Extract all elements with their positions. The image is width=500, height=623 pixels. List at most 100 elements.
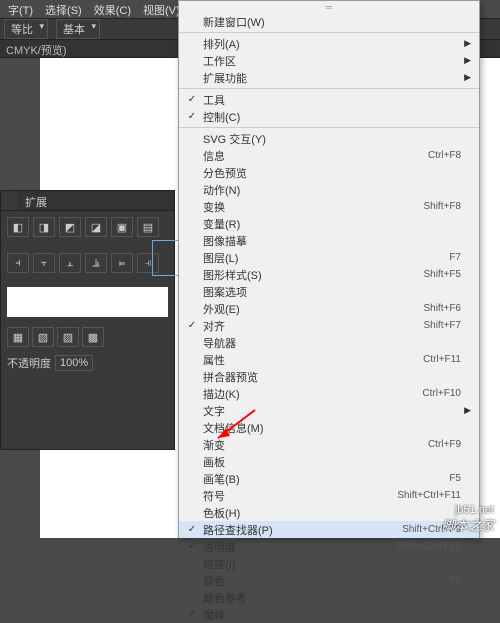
menu-item-label: 新建窗口(W) — [201, 14, 461, 30]
menu-item[interactable]: ✓透明度Shift+Ctrl+F10 — [179, 538, 479, 555]
panel-body: ◧ ◨ ◩ ◪ ▣ ▤ ⫞ ⫟ ⫠ ⫡ ⫢ ⫣ ▦ ▧ ▨ ▩ 不透明度 100… — [1, 211, 174, 377]
swatch-strip — [7, 287, 168, 317]
menu-item-label: 属性 — [201, 352, 423, 368]
check-icon: ✓ — [183, 320, 201, 331]
menu-item-label: 透明度 — [201, 539, 397, 555]
panel-tab-expand[interactable]: 扩展 — [17, 191, 55, 210]
menu-list: 新建窗口(W)排列(A)▶工作区▶扩展功能▶✓工具✓控制(C)SVG 交互(Y)… — [179, 13, 479, 623]
menu-shortcut: Ctrl+F9 — [428, 439, 461, 450]
small-icon[interactable]: ▧ — [32, 327, 54, 347]
menu-item-label: 信息 — [201, 148, 428, 164]
menu-item[interactable]: 文档信息(M) — [179, 419, 479, 436]
menu-item[interactable]: SVG 交互(Y) — [179, 130, 479, 147]
menu-item-label: 工具 — [201, 92, 461, 108]
menu-shortcut: Shift+F7 — [423, 320, 461, 331]
menu-item-label: 工作区 — [201, 53, 461, 69]
menu-item-label: 对齐 — [201, 318, 423, 334]
pathfinder-icon[interactable]: ◩ — [59, 217, 81, 237]
menu-item[interactable]: 颜色参考 — [179, 589, 479, 606]
align-icon[interactable]: ⫟ — [33, 253, 55, 273]
menu-item[interactable]: ✓对齐Shift+F7 — [179, 317, 479, 334]
menu-item[interactable]: 排列(A)▶ — [179, 35, 479, 52]
check-icon: ✓ — [183, 541, 201, 552]
menu-item-label: 外观(E) — [201, 301, 423, 317]
menu-item-label: 图像描摹 — [201, 233, 461, 249]
align-icon[interactable]: ⫞ — [7, 253, 29, 273]
menu-shortcut: Shift+Ctrl+F11 — [397, 490, 461, 501]
pathfinder-icon[interactable]: ▤ — [137, 217, 159, 237]
menu-item[interactable]: 动作(N) — [179, 181, 479, 198]
menu-item-label: 图形样式(S) — [201, 267, 423, 283]
menu-shortcut: F5 — [449, 473, 461, 484]
menu-item-label: 变量(R) — [201, 216, 461, 232]
small-icon[interactable]: ▦ — [7, 327, 29, 347]
panel-tab-1[interactable] — [1, 191, 17, 210]
menu-shortcut: Shift+F8 — [423, 201, 461, 212]
menu-item[interactable]: 描边(K)Ctrl+F10 — [179, 385, 479, 402]
menu-item[interactable]: 导航器 — [179, 334, 479, 351]
menu-item[interactable]: ✓魔棒 — [179, 606, 479, 623]
menu-item[interactable]: 扩展功能▶ — [179, 69, 479, 86]
menu-item[interactable]: 渐变Ctrl+F9 — [179, 436, 479, 453]
menu-text[interactable]: 字(T) — [2, 0, 39, 18]
panel-tabs: 扩展 — [1, 191, 174, 211]
pathfinder-icon[interactable]: ◧ — [7, 217, 29, 237]
menu-item-label: 变换 — [201, 199, 423, 215]
menu-effect[interactable]: 效果(C) — [88, 0, 137, 18]
menu-item[interactable]: 颜色F6 — [179, 572, 479, 589]
menu-item-label: 路径查找器(P) — [201, 522, 402, 538]
menu-item[interactable]: 色板(H) — [179, 504, 479, 521]
check-icon: ✓ — [183, 111, 201, 122]
menu-separator — [179, 88, 479, 89]
menu-shortcut: Ctrl+F11 — [423, 354, 461, 365]
menu-shortcut: Shift+F5 — [423, 269, 461, 280]
menu-item[interactable]: 工作区▶ — [179, 52, 479, 69]
menu-grip-icon: ═ — [179, 1, 479, 13]
style-dropdown[interactable]: 基本 — [56, 19, 100, 39]
menu-item[interactable]: 信息Ctrl+F8 — [179, 147, 479, 164]
menu-item[interactable]: 文字▶ — [179, 402, 479, 419]
menu-item[interactable]: 图案选项 — [179, 283, 479, 300]
align-icon[interactable]: ⫠ — [59, 253, 81, 273]
pathfinder-icon[interactable]: ◪ — [85, 217, 107, 237]
menu-item[interactable]: 图像描摹 — [179, 232, 479, 249]
submenu-arrow-icon: ▶ — [461, 55, 471, 66]
menu-item-label: 分色预览 — [201, 165, 461, 181]
menu-shortcut: F6 — [449, 575, 461, 586]
pathfinder-icon[interactable]: ▣ — [111, 217, 133, 237]
align-icon[interactable]: ⫢ — [111, 253, 133, 273]
menu-item[interactable]: 画板 — [179, 453, 479, 470]
check-icon: ✓ — [183, 94, 201, 105]
submenu-arrow-icon: ▶ — [461, 405, 471, 416]
menu-item[interactable]: 画笔(B)F5 — [179, 470, 479, 487]
menu-item[interactable]: ✓路径查找器(P)Shift+Ctrl+F9 — [179, 521, 479, 538]
menu-select[interactable]: 选择(S) — [39, 0, 88, 18]
menu-shortcut: Shift+F6 — [423, 303, 461, 314]
small-icon[interactable]: ▩ — [82, 327, 104, 347]
menu-item[interactable]: 拼合器预览 — [179, 368, 479, 385]
menu-item[interactable]: 变量(R) — [179, 215, 479, 232]
menu-item[interactable]: 属性Ctrl+F11 — [179, 351, 479, 368]
menu-item[interactable]: 符号Shift+Ctrl+F11 — [179, 487, 479, 504]
menu-item[interactable]: 链接(I) — [179, 555, 479, 572]
submenu-arrow-icon: ▶ — [461, 38, 471, 49]
menu-item-label: 颜色参考 — [201, 590, 461, 606]
menu-item[interactable]: 新建窗口(W) — [179, 13, 479, 30]
menu-item[interactable]: ✓控制(C) — [179, 108, 479, 125]
menu-item[interactable]: 分色预览 — [179, 164, 479, 181]
small-icon[interactable]: ▨ — [57, 327, 79, 347]
opacity-value[interactable]: 100% — [55, 355, 93, 371]
menu-item-label: 画板 — [201, 454, 461, 470]
pathfinder-icon[interactable]: ◨ — [33, 217, 55, 237]
menu-item-label: 描边(K) — [201, 386, 422, 402]
menu-item[interactable]: 外观(E)Shift+F6 — [179, 300, 479, 317]
scale-dropdown[interactable]: 等比 — [4, 19, 48, 39]
opacity-row: 不透明度 100% — [7, 355, 168, 371]
menu-item[interactable]: 变换Shift+F8 — [179, 198, 479, 215]
menu-item[interactable]: 图层(L)F7 — [179, 249, 479, 266]
window-menu: ═ 新建窗口(W)排列(A)▶工作区▶扩展功能▶✓工具✓控制(C)SVG 交互(… — [178, 0, 480, 538]
menu-item-label: 渐变 — [201, 437, 428, 453]
align-icon[interactable]: ⫡ — [85, 253, 107, 273]
menu-item[interactable]: ✓工具 — [179, 91, 479, 108]
menu-item[interactable]: 图形样式(S)Shift+F5 — [179, 266, 479, 283]
